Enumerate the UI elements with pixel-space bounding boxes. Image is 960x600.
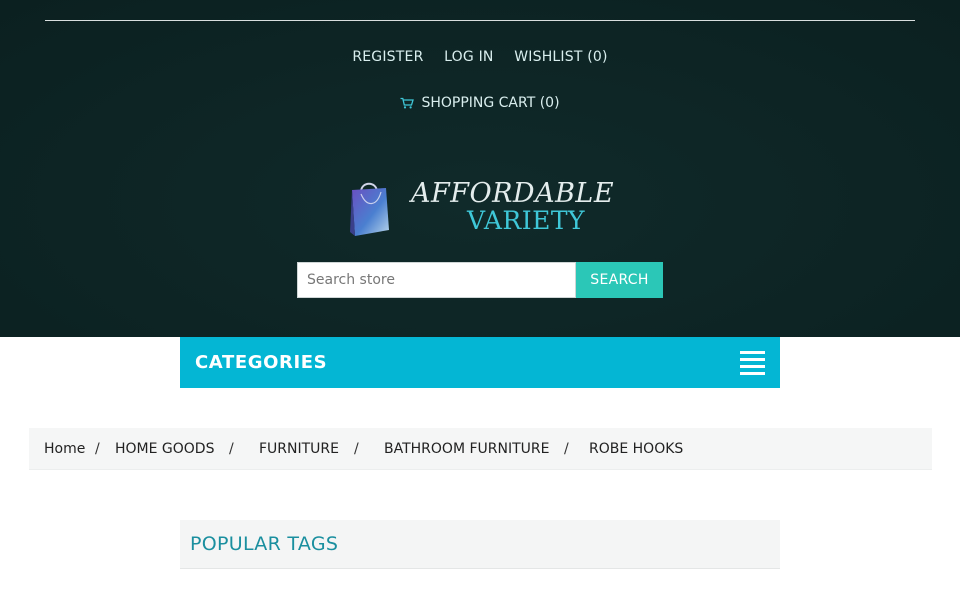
logo-text-affordable: AFFORDABLE — [411, 178, 615, 209]
popular-tags-title: POPULAR TAGS — [190, 533, 339, 555]
breadcrumb-separator: / — [95, 441, 100, 457]
breadcrumb-separator: / — [564, 441, 569, 457]
shopping-cart-link[interactable]: SHOPPING CART (0) — [400, 95, 560, 111]
breadcrumb-current-robe-hooks: ROBE HOOKS — [589, 441, 684, 457]
shopping-cart-label: SHOPPING CART (0) — [421, 95, 560, 111]
breadcrumb-furniture[interactable]: FURNITURE — [259, 441, 339, 457]
cart-link-row: SHOPPING CART (0) — [0, 95, 960, 113]
cart-icon — [400, 97, 415, 109]
wishlist-link[interactable]: WISHLIST (0) — [514, 49, 607, 65]
hamburger-menu-icon[interactable] — [740, 351, 765, 375]
breadcrumb-separator: / — [354, 441, 359, 457]
breadcrumb-home[interactable]: Home — [44, 441, 85, 457]
breadcrumb-home-goods[interactable]: HOME GOODS — [115, 441, 214, 457]
header-divider — [45, 20, 915, 21]
shopping-bag-logo-icon — [350, 182, 389, 236]
breadcrumb-separator: / — [229, 441, 234, 457]
breadcrumb: Home / HOME GOODS / FURNITURE / BATHROOM… — [29, 428, 932, 470]
categories-title: CATEGORIES — [195, 352, 328, 373]
header-links: REGISTER LOG IN WISHLIST (0) — [0, 49, 960, 65]
site-header: REGISTER LOG IN WISHLIST (0) SHOPPING CA… — [0, 0, 960, 337]
search-input[interactable] — [297, 262, 576, 298]
login-link[interactable]: LOG IN — [444, 49, 493, 65]
search-button[interactable]: SEARCH — [576, 262, 663, 298]
popular-tags-section: POPULAR TAGS — [180, 520, 780, 569]
store-logo[interactable]: AFFORDABLE VARIETY — [345, 176, 614, 240]
logo-text-variety: VARIETY — [467, 206, 586, 235]
categories-bar[interactable]: CATEGORIES — [180, 337, 780, 388]
register-link[interactable]: REGISTER — [352, 49, 423, 65]
breadcrumb-bathroom-furniture[interactable]: BATHROOM FURNITURE — [384, 441, 549, 457]
